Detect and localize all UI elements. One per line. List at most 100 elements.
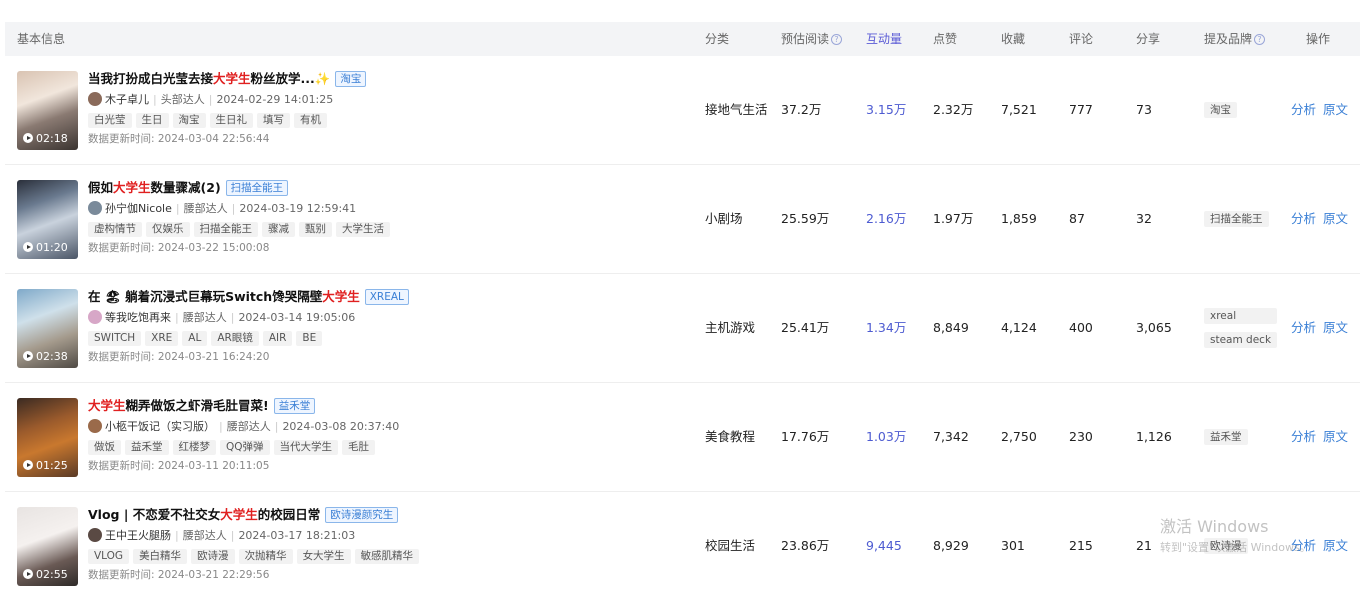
author-name[interactable]: 等我吃饱再来 <box>105 311 171 324</box>
content-tag[interactable]: 毛肚 <box>342 440 376 455</box>
content-tag[interactable]: 仅娱乐 <box>146 222 190 237</box>
table-row: 01:20 假如大学生数量骤减(2) 扫描全能王 孙宁伽Nicole | 腰部达人 | 2… <box>5 165 1360 274</box>
cell-comments: 230 <box>1069 429 1093 444</box>
original-link[interactable]: 原文 <box>1323 320 1348 335</box>
post-title[interactable]: 大学生糊弄做饭之虾滑毛肚冒菜! 益禾堂 <box>88 397 678 415</box>
title-brand-badge[interactable]: XREAL <box>364 289 409 305</box>
help-icon[interactable]: ? <box>831 34 843 45</box>
cell-shares: 21 <box>1136 538 1152 553</box>
data-updated-time: 数据更新时间: 2024-03-21 16:24:20 <box>88 351 270 363</box>
cell-favorites: 7,521 <box>1001 102 1037 117</box>
play-icon <box>23 351 33 361</box>
publish-time: 2024-03-14 19:05:06 <box>238 311 356 324</box>
original-link[interactable]: 原文 <box>1323 538 1348 553</box>
content-tag[interactable]: 填写 <box>257 113 290 128</box>
content-tag[interactable]: 虚构情节 <box>88 222 142 237</box>
content-tag[interactable]: 扫描全能王 <box>193 222 258 237</box>
content-tag[interactable]: 女大学生 <box>296 549 351 564</box>
post-title[interactable]: 在 🏖 躺着沉浸式巨幕玩Switch馋哭隔壁大学生 XREAL <box>88 288 678 306</box>
brand-chip[interactable]: xreal <box>1204 308 1278 324</box>
post-title[interactable]: 假如大学生数量骤减(2) 扫描全能王 <box>88 179 678 197</box>
content-tag[interactable]: 生日礼 <box>209 113 253 128</box>
content-tag[interactable]: QQ弹弹 <box>220 440 270 455</box>
video-thumbnail[interactable]: 02:18 <box>17 71 78 150</box>
content-tag[interactable]: VLOG <box>88 549 130 564</box>
content-tag[interactable]: SWITCH <box>88 331 142 346</box>
content-tag[interactable]: BE <box>296 331 323 346</box>
brand-chip[interactable]: 扫描全能王 <box>1204 211 1269 227</box>
avatar[interactable] <box>88 92 102 106</box>
title-brand-badge[interactable]: 欧诗漫颜究生 <box>325 507 399 523</box>
original-link[interactable]: 原文 <box>1323 429 1348 444</box>
title-brand-badge[interactable]: 益禾堂 <box>273 398 316 414</box>
header-interactions[interactable]: 互动量 <box>866 22 902 56</box>
brand-chip[interactable]: 淘宝 <box>1204 102 1237 118</box>
brand-chip[interactable]: steam deck <box>1204 332 1278 348</box>
brand-chip[interactable]: 益禾堂 <box>1204 429 1248 445</box>
content-tag[interactable]: 美白精华 <box>133 549 188 564</box>
video-duration: 02:55 <box>23 569 68 581</box>
video-thumbnail[interactable]: 01:20 <box>17 180 78 259</box>
header-favorites[interactable]: 收藏 <box>1001 22 1025 56</box>
cell-comments: 215 <box>1069 538 1093 553</box>
help-icon[interactable]: ? <box>1254 34 1266 45</box>
separator: | <box>175 529 179 542</box>
analyze-link[interactable]: 分析 <box>1291 429 1316 444</box>
analyze-link[interactable]: 分析 <box>1291 211 1316 226</box>
content-tag[interactable]: 大学生活 <box>336 222 390 237</box>
avatar[interactable] <box>88 201 102 215</box>
original-link[interactable]: 原文 <box>1323 211 1348 226</box>
avatar[interactable] <box>88 419 102 433</box>
content-tag[interactable]: AR眼镜 <box>211 331 259 346</box>
content-tag[interactable]: 做饭 <box>88 440 121 455</box>
content-tag[interactable]: 红楼梦 <box>172 440 216 455</box>
content-tag[interactable]: 欧诗漫 <box>191 549 235 564</box>
tag-list: VLOG 美白精华 欧诗漫 次抛精华 女大学生 敏感肌精华 <box>88 548 678 564</box>
author-level: 腰部达人 <box>182 311 227 324</box>
video-thumbnail[interactable]: 02:38 <box>17 289 78 368</box>
avatar[interactable] <box>88 310 102 324</box>
original-link[interactable]: 原文 <box>1323 102 1348 117</box>
title-keyword: 大学生 <box>220 507 258 522</box>
header-comments[interactable]: 评论 <box>1069 22 1093 56</box>
author-name[interactable]: 王中王火腿肠 <box>105 529 171 542</box>
author-name[interactable]: 木子卓儿 <box>105 93 149 106</box>
content-tag[interactable]: 甄别 <box>299 222 332 237</box>
mentioned-brands: 淘宝 <box>1204 56 1237 164</box>
publish-time: 2024-03-19 12:59:41 <box>239 202 357 215</box>
author-name[interactable]: 孙宁伽Nicole <box>105 202 172 215</box>
analyze-link[interactable]: 分析 <box>1291 102 1316 117</box>
content-tag[interactable]: AIR <box>262 331 293 346</box>
content-tag[interactable]: XRE <box>145 331 179 346</box>
content-tag[interactable]: 白光莹 <box>88 113 132 128</box>
author-line: 王中王火腿肠 | 腰部达人 | 2024-03-17 18:21:03 <box>88 528 678 544</box>
content-tag[interactable]: AL <box>182 331 208 346</box>
video-thumbnail[interactable]: 02:55 <box>17 507 78 586</box>
cell-category: 小剧场 <box>705 211 743 226</box>
header-shares[interactable]: 分享 <box>1136 22 1160 56</box>
header-est-reads[interactable]: 预估阅读? <box>781 22 843 56</box>
title-text-after: 数量骤减(2) <box>150 180 221 195</box>
post-title[interactable]: 当我打扮成白光莹去接大学生粉丝放学...✨ 淘宝 <box>88 70 678 88</box>
content-tag[interactable]: 骤减 <box>262 222 295 237</box>
content-tag[interactable]: 有机 <box>294 113 327 128</box>
title-brand-badge[interactable]: 淘宝 <box>335 71 367 87</box>
content-tag[interactable]: 生日 <box>135 113 169 128</box>
play-icon <box>23 460 33 470</box>
play-icon <box>23 133 33 143</box>
content-tag[interactable]: 次抛精华 <box>238 549 293 564</box>
play-icon <box>23 242 33 252</box>
content-tag[interactable]: 益禾堂 <box>125 440 169 455</box>
header-brands[interactable]: 提及品牌? <box>1204 22 1266 56</box>
post-title[interactable]: Vlog | 不恋爱不社交女大学生的校园日常 欧诗漫颜究生 <box>88 506 678 524</box>
content-tag[interactable]: 敏感肌精华 <box>354 549 420 564</box>
content-tag[interactable]: 淘宝 <box>172 113 206 128</box>
analyze-link[interactable]: 分析 <box>1291 320 1316 335</box>
content-tag[interactable]: 当代大学生 <box>273 440 339 455</box>
header-likes[interactable]: 点赞 <box>933 22 957 56</box>
author-name[interactable]: 小柩干饭记（实习版） <box>105 420 215 433</box>
avatar[interactable] <box>88 528 102 542</box>
video-thumbnail[interactable]: 01:25 <box>17 398 78 477</box>
title-brand-badge[interactable]: 扫描全能王 <box>225 180 289 196</box>
tag-list: 白光莹 生日 淘宝 生日礼 填写 有机 <box>88 112 678 128</box>
